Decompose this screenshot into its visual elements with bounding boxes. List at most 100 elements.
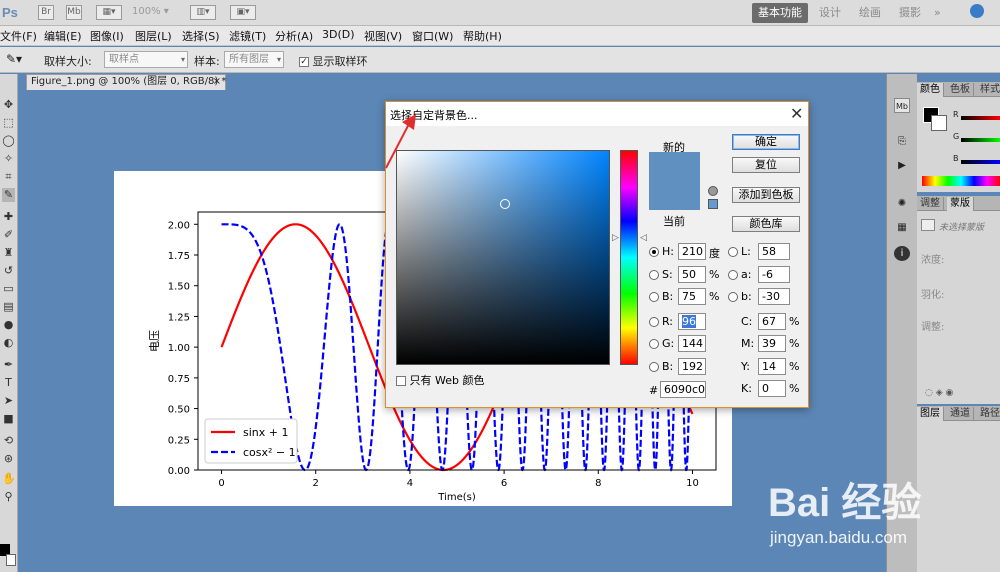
magenta-field[interactable]: 39 [758,335,786,352]
color-field[interactable] [396,150,610,365]
tab-paths[interactable]: 路径 [977,407,1000,421]
g-slider[interactable] [961,138,1000,142]
blue-radio[interactable] [649,362,659,372]
brightness-field[interactable]: 75 [678,288,706,305]
workspace-design[interactable]: 设计 [813,3,847,23]
saturation-radio[interactable] [649,270,659,280]
menu-filter[interactable]: 滤镜(T) [229,28,266,44]
hue-slider-right-arrow[interactable]: ◁ [640,233,647,243]
tab-swatches[interactable]: 色板 [947,83,974,97]
gamut-warning-icon[interactable] [708,186,718,196]
menu-view[interactable]: 视图(V) [364,28,402,44]
hue-field[interactable]: 210 [678,243,706,260]
red-radio[interactable] [649,317,659,327]
workspace-painting[interactable]: 绘画 [853,3,887,23]
b-slider[interactable] [961,160,1000,164]
close-document-icon[interactable]: × [213,75,221,89]
zoom-tool-icon[interactable]: ⚲ [2,490,15,504]
b-channel-radio[interactable] [728,292,738,302]
history-brush-icon[interactable]: ↺ [2,264,15,278]
hue-radio[interactable] [649,247,659,257]
adjustments-panel-icon[interactable]: ▦ [894,220,910,235]
ok-button[interactable]: 确定 [732,134,800,150]
sample-size-select[interactable]: 取样点 ▾ [104,51,188,68]
move-tool-icon[interactable]: ✥ [2,98,15,112]
menu-layer[interactable]: 图层(L) [135,28,172,44]
green-field[interactable]: 144 [678,335,706,352]
color-libraries-button[interactable]: 颜色库 [732,216,800,232]
mask-actions[interactable]: ◌ ◈ ◉ [925,388,953,398]
color-spectrum[interactable] [922,176,1000,186]
reset-button[interactable]: 复位 [732,157,800,173]
crop-tool-icon[interactable]: ⌗ [2,170,15,184]
sample-select[interactable]: 所有图层 ▾ [224,51,284,68]
3d-rotate-icon[interactable]: ⟲ [2,434,15,448]
zoom-level[interactable]: 100% ▾ [132,6,169,17]
eyedropper-tool-icon[interactable]: ✎▾ [6,52,22,66]
eraser-tool-icon[interactable]: ▭ [2,282,15,296]
tab-color[interactable]: 颜色 [917,83,944,97]
hue-slider[interactable] [620,150,638,365]
green-radio[interactable] [649,339,659,349]
show-ring-option[interactable]: ✓ 显示取样环 [299,53,368,69]
blur-tool-icon[interactable]: ● [2,318,15,332]
color-sample-ring[interactable] [500,199,510,209]
3d-panel-icon[interactable]: ✺ [894,196,910,211]
lightness-field[interactable]: 58 [758,243,790,260]
shape-tool-icon[interactable]: ■ [2,412,15,426]
web-only-checkbox[interactable] [396,376,406,386]
info-panel-icon[interactable]: i [894,246,910,261]
menu-select[interactable]: 选择(S) [182,28,220,44]
tab-layers[interactable]: 图层 [917,407,944,421]
menu-image[interactable]: 图像(I) [90,28,124,44]
b-channel-field[interactable]: -30 [758,288,790,305]
red-field[interactable]: 96 [678,313,706,330]
history-panel-icon[interactable]: ⎘ [894,134,910,149]
workspace-overflow[interactable]: » [928,3,947,23]
saturation-field[interactable]: 50 [678,266,706,283]
type-tool-icon[interactable]: T [2,376,15,390]
lasso-tool-icon[interactable]: ◯ [2,134,15,148]
yellow-field[interactable]: 14 [758,358,786,375]
black-field[interactable]: 0 [758,380,786,397]
3d-orbit-icon[interactable]: ⊛ [2,452,15,466]
menu-window[interactable]: 窗口(W) [412,28,453,44]
r-slider[interactable] [961,116,1000,120]
menu-file[interactable]: 文件(F) [0,28,37,44]
quick-select-tool-icon[interactable]: ✧ [2,152,15,166]
cyan-field[interactable]: 67 [758,313,786,330]
marquee-tool-icon[interactable]: ⬚ [2,116,15,130]
show-ring-checkbox[interactable]: ✓ [299,57,309,67]
path-select-icon[interactable]: ➤ [2,394,15,408]
lightness-radio[interactable] [728,247,738,257]
hand-tool-icon[interactable]: ✋ [2,472,16,486]
bg-color-swatch[interactable] [931,115,947,131]
minibridge-panel-icon[interactable]: Mb [894,98,910,113]
web-only-option[interactable]: 只有 Web 颜色 [396,372,484,388]
close-icon[interactable]: ✕ [790,104,803,123]
hue-slider-left-arrow[interactable]: ▷ [612,233,619,243]
a-channel-radio[interactable] [728,270,738,280]
background-color-icon[interactable] [6,554,16,566]
bridge-button[interactable]: Br [38,5,54,20]
tab-adjustments[interactable]: 调整 [917,197,944,211]
add-to-swatches-button[interactable]: 添加到色板 [732,187,800,203]
menu-edit[interactable]: 编辑(E) [44,28,82,44]
brush-tool-icon[interactable]: ✐ [2,228,15,242]
arrange-docs-button[interactable]: ▥▾ [190,5,216,20]
hex-field[interactable]: 6090c0 [660,381,706,398]
workspace-essentials[interactable]: 基本功能 [752,3,808,23]
minibridge-button[interactable]: Mb [66,5,82,20]
stamp-tool-icon[interactable]: ♜ [2,246,15,260]
menu-help[interactable]: 帮助(H) [463,28,502,44]
dodge-tool-icon[interactable]: ◐ [2,336,15,350]
a-channel-field[interactable]: -6 [758,266,790,283]
healing-tool-icon[interactable]: ✚ [2,210,15,224]
screen-mode-button[interactable]: ▣▾ [230,5,256,20]
brightness-radio[interactable] [649,292,659,302]
current-color-swatch[interactable] [649,181,700,210]
tab-masks[interactable]: 蒙版 [947,197,974,211]
blue-field[interactable]: 192 [678,358,706,375]
tab-channels[interactable]: 通道 [947,407,974,421]
eyedropper-icon[interactable]: ✎ [2,188,15,202]
